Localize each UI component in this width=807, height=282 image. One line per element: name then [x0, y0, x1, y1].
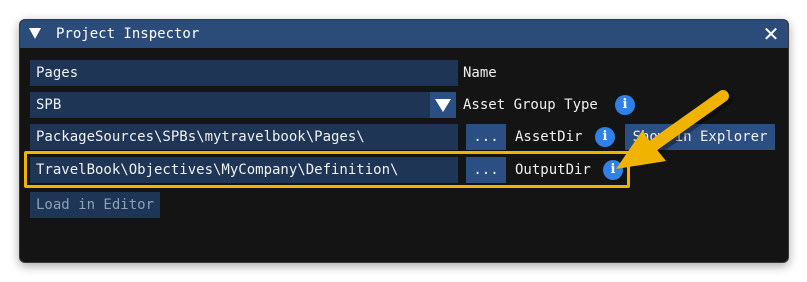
close-icon[interactable]: ✕	[762, 24, 780, 44]
project-inspector-window: Project Inspector ✕ Pages Name SPB Asset…	[19, 19, 789, 263]
show-in-explorer-button[interactable]: Show in Explorer	[625, 124, 775, 150]
asset-dir-input[interactable]: PackageSources\SPBs\mytravelbook\Pages\	[30, 124, 458, 150]
triangle-down-icon[interactable]	[29, 28, 41, 39]
info-icon[interactable]: i	[615, 95, 635, 115]
asset-group-type-label: Asset Group Type	[463, 97, 598, 113]
info-icon[interactable]: i	[595, 127, 615, 147]
chevron-down-icon[interactable]	[430, 92, 456, 118]
asset-group-type-select[interactable]: SPB	[30, 92, 432, 118]
name-input[interactable]: Pages	[30, 60, 458, 86]
asset-dir-browse-button[interactable]: ...	[466, 124, 506, 150]
window-title: Project Inspector	[56, 26, 200, 42]
asset-dir-label: AssetDir	[515, 129, 583, 145]
load-in-editor-button[interactable]: Load in Editor	[30, 192, 161, 218]
name-label: Name	[463, 65, 497, 81]
title-bar[interactable]: Project Inspector ✕	[20, 20, 788, 48]
highlight-box	[24, 151, 630, 188]
